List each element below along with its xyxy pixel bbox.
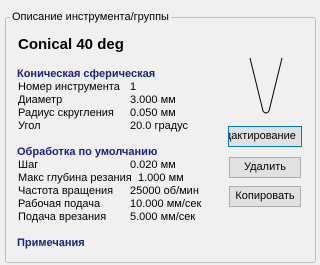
row-value: 5.000 мм/сек bbox=[130, 211, 196, 223]
row-value: 1.000 мм bbox=[138, 172, 184, 184]
row-label: Радиус скругления bbox=[18, 107, 114, 119]
tool-name: Conical 40 deg bbox=[18, 36, 124, 53]
row-value: 3.000 мм bbox=[130, 94, 176, 106]
section-defaults-title: Обработка по умолчанию bbox=[17, 146, 158, 158]
delete-button[interactable]: Удалить bbox=[229, 157, 301, 178]
edit-button[interactable]: Редактирование bbox=[228, 126, 302, 147]
row-value: 0.020 мм bbox=[130, 159, 176, 171]
group-title: Описание инструмента/группы bbox=[10, 10, 171, 24]
row-label: Частота вращения bbox=[18, 185, 114, 197]
row-label: Рабочая подача bbox=[18, 198, 101, 210]
row-value: 20.0 градус bbox=[130, 120, 189, 132]
row-label: Диаметр bbox=[18, 94, 63, 106]
row-label: Номер инструмента bbox=[18, 81, 120, 93]
row-value: 1 bbox=[130, 81, 137, 93]
row-value: 0.050 мм bbox=[130, 107, 176, 119]
row-value: 10.000 мм/сек bbox=[130, 198, 202, 210]
row-label: Угол bbox=[18, 120, 41, 132]
row-value: 25000 об/мин bbox=[130, 185, 199, 197]
row-label: Подача врезания bbox=[18, 211, 107, 223]
section-geometry-title: Коническая сферическая bbox=[17, 68, 156, 80]
section-notes-title: Примечания bbox=[17, 237, 85, 249]
conical-tool-icon bbox=[249, 57, 283, 114]
row-label: Макс глубина резания bbox=[18, 172, 132, 184]
copy-button[interactable]: Копировать bbox=[229, 186, 301, 207]
row-label: Шаг bbox=[18, 159, 39, 171]
